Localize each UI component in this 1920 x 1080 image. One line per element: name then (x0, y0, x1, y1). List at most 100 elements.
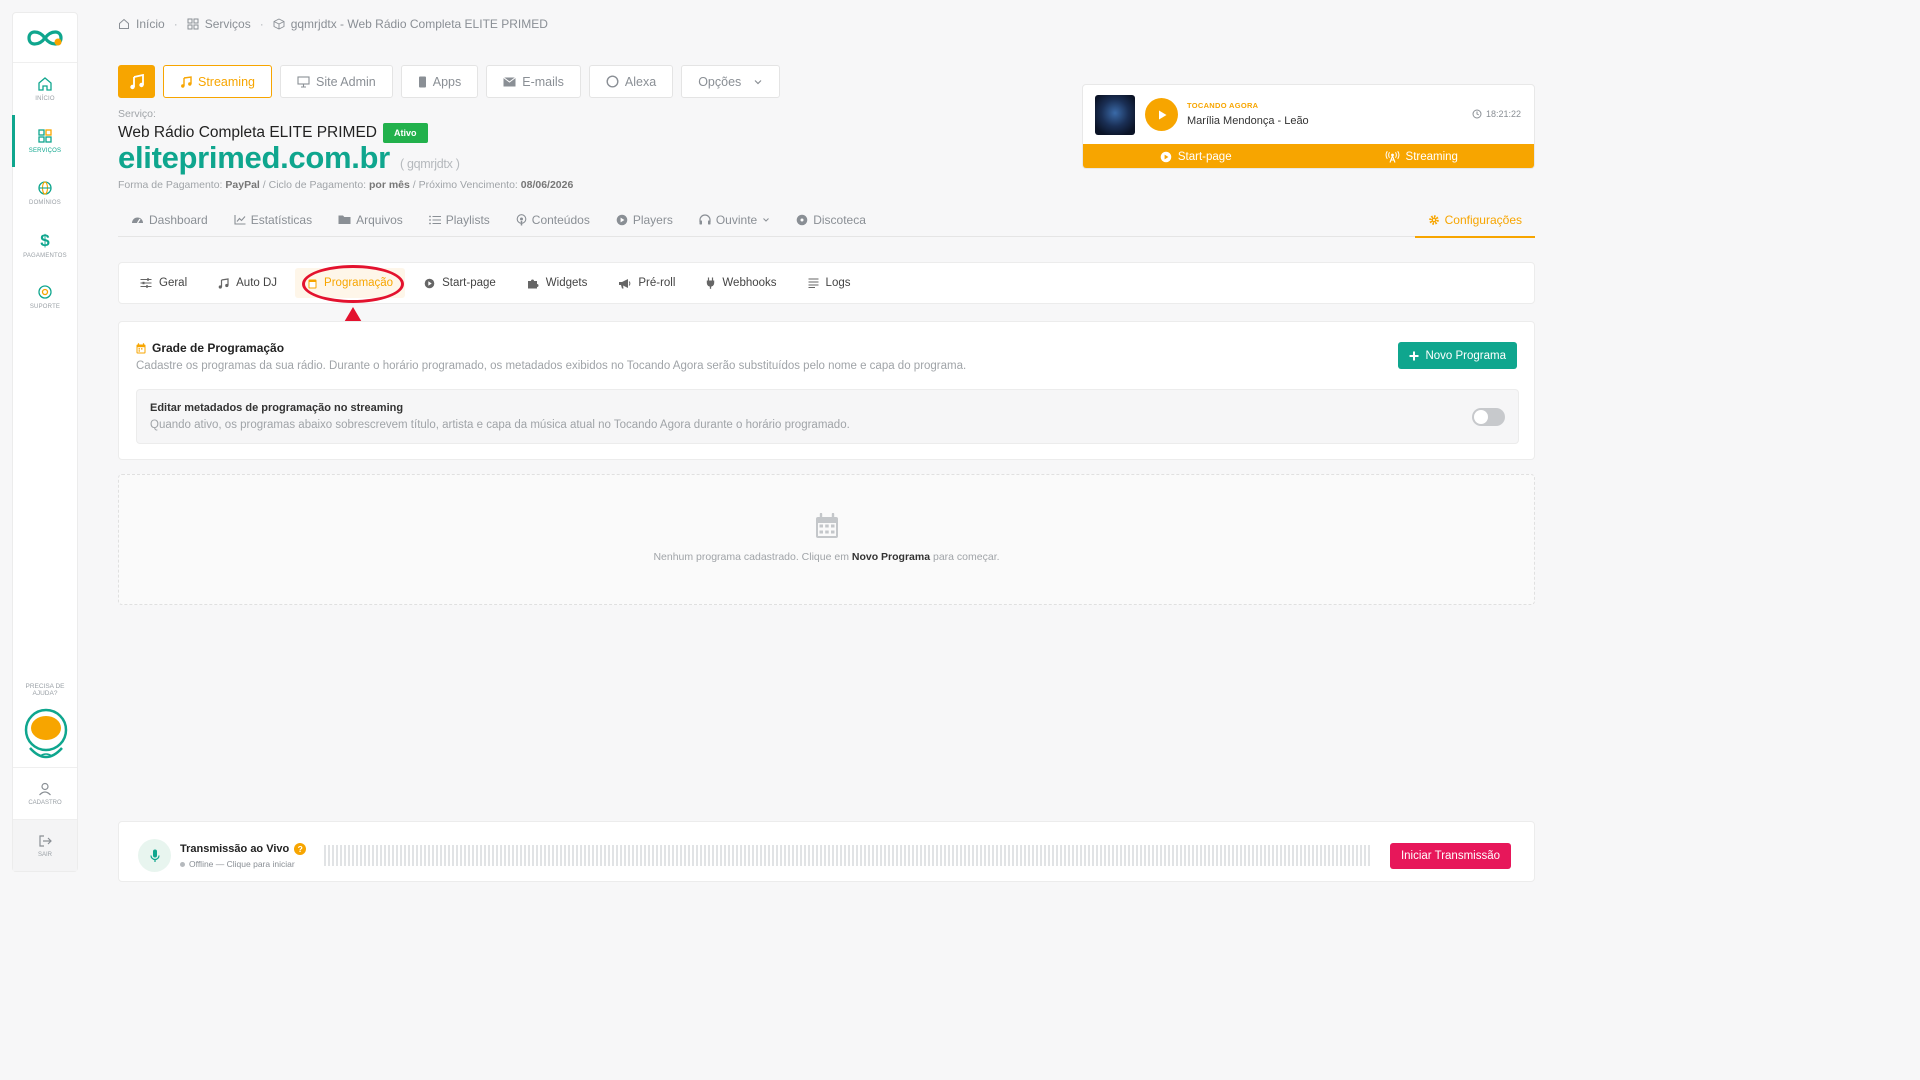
new-program-label: Novo Programa (1425, 349, 1506, 362)
start-broadcast-button[interactable]: Iniciar Transmissão (1389, 843, 1511, 869)
sidebar-item-inicio[interactable]: INÍCIO (13, 63, 77, 115)
apps-button[interactable]: Apps (400, 65, 479, 98)
streaming-button[interactable]: Streaming (163, 65, 272, 98)
sidebar-item-label: SAIR (37, 851, 52, 858)
calendar-icon (136, 342, 146, 353)
plus-icon (1409, 351, 1419, 360)
sidebar-item-servicos[interactable]: SERVIÇOS (12, 115, 77, 167)
help-line: PRECISA DE (25, 683, 65, 690)
help-question-icon[interactable]: ? (294, 843, 307, 855)
empty-text-after: para começar. (933, 551, 1000, 563)
cube-icon (273, 18, 285, 30)
play-button[interactable] (1145, 98, 1178, 131)
subtab-widgets[interactable]: Widgets (514, 268, 600, 298)
sidebar-item-sair[interactable]: SAIR (13, 819, 77, 871)
help-line: AJUDA? (32, 690, 58, 698)
schedule-card: Grade de Programação Cadastre os program… (118, 321, 1535, 460)
tab-label: Arquivos (356, 212, 403, 227)
metadata-toggle-switch[interactable] (1472, 408, 1505, 426)
puzzle-icon (527, 279, 539, 288)
subtab-label: Logs (825, 277, 851, 289)
emails-button[interactable]: E-mails (486, 65, 581, 98)
tab-label: Discoteca (813, 212, 866, 227)
schedule-title-text: Grade de Programação (152, 341, 285, 355)
tab-players[interactable]: Players (603, 203, 686, 237)
live-title: Transmissão ao Vivo ? (180, 843, 307, 855)
subtab-label: Auto DJ (236, 277, 278, 289)
sidebar-item-cadastro[interactable]: CADASTRO (13, 767, 77, 819)
new-program-button[interactable]: Novo Programa (1398, 342, 1517, 369)
breadcrumb-services[interactable]: Serviços (205, 17, 251, 31)
dollar-icon: $ (40, 230, 50, 250)
tab-ouvinte[interactable]: Ouvinte (686, 203, 783, 237)
breadcrumb-separator: · (259, 17, 264, 31)
now-playing-time: 18:21:22 (1472, 109, 1521, 119)
user-icon (39, 782, 51, 795)
tab-label: Estatísticas (250, 212, 313, 227)
subtab-auto-dj[interactable]: Auto DJ (205, 268, 289, 298)
service-label: Serviço: (118, 108, 156, 120)
music-button[interactable] (118, 65, 155, 98)
subtab-start-page[interactable]: Start-page (411, 268, 508, 298)
tab-label: Playlists (445, 212, 490, 227)
live-title-text: Transmissão ao Vivo (180, 843, 290, 855)
lifebuoy-icon (38, 285, 52, 299)
sidebar-item-pagamentos[interactable]: $ PAGAMENTOS (13, 219, 77, 271)
sidebar-item-dominios[interactable]: DOMÍNIOS (13, 167, 77, 219)
live-status-text: Offline — Clique para iniciar (189, 859, 295, 869)
tab-playlists[interactable]: Playlists (416, 203, 503, 237)
tab-label: Ouvinte (715, 212, 758, 227)
streaming-link[interactable]: Streaming (1309, 144, 1535, 168)
microphone-button[interactable] (138, 839, 171, 872)
subtab-pre-roll[interactable]: Pré-roll (605, 268, 687, 298)
empty-text-link[interactable]: Novo Programa (852, 551, 930, 563)
subtab-label: Geral (159, 277, 188, 289)
subtab-webhooks[interactable]: Webhooks (693, 268, 788, 298)
folder-icon (338, 215, 351, 224)
tab-configuracoes[interactable]: Configurações (1414, 204, 1535, 238)
sidebar-item-label: CADASTRO (28, 799, 62, 806)
smartphone-icon (418, 76, 426, 87)
alexa-button[interactable]: Alexa (588, 65, 674, 98)
now-playing-links: Start-page Streaming (1083, 144, 1535, 168)
live-broadcast-bar: Transmissão ao Vivo ? Offline — Clique p… (118, 821, 1535, 882)
list-lines-icon (808, 278, 819, 288)
music-note-icon (181, 75, 192, 88)
tab-discoteca[interactable]: Discoteca (783, 203, 879, 237)
logo[interactable] (13, 13, 77, 63)
live-status: Offline — Clique para iniciar (180, 859, 295, 869)
tab-label: Conteúdos (531, 212, 590, 227)
subtab-programacao[interactable]: Programação (295, 268, 406, 298)
tab-dashboard[interactable]: Dashboard (118, 203, 221, 237)
breadcrumb-home[interactable]: Início (136, 17, 165, 31)
audio-level-meter (324, 845, 1371, 866)
sidebar-item-suporte[interactable]: SUPORTE (13, 271, 77, 323)
broadcast-tower-icon (1385, 151, 1399, 163)
site-admin-button[interactable]: Site Admin (279, 65, 393, 98)
grid-icon (38, 129, 52, 143)
help-mascot[interactable] (24, 708, 68, 764)
sidebar-item-label: SERVIÇOS (28, 148, 62, 154)
breadcrumb-current: gqmrjdtx - Web Rádio Completa ELITE PRIM… (290, 17, 548, 31)
subtab-label: Start-page (442, 277, 496, 289)
service-code: ( gqmrjdtx ) (399, 157, 460, 171)
startpage-link[interactable]: Start-page (1083, 144, 1309, 168)
home-icon (119, 18, 129, 29)
breadcrumb-separator: · (173, 17, 178, 31)
globe-icon (38, 181, 52, 195)
subtab-geral[interactable]: Geral (127, 268, 199, 298)
play-circle-icon (1160, 151, 1172, 163)
sidebar-item-label: DOMÍNIOS (29, 200, 61, 206)
tab-conteudos[interactable]: Conteúdos (503, 203, 603, 237)
subtab-logs[interactable]: Logs (795, 268, 863, 298)
subtab-label: Pré-roll (638, 277, 676, 289)
chevron-down-icon (763, 217, 770, 222)
payment-method-label: Forma de Pagamento: (118, 179, 223, 191)
tab-arquivos[interactable]: Arquivos (325, 203, 416, 237)
options-dropdown[interactable]: Opções (681, 65, 781, 98)
main-tabs: Dashboard Estatísticas Arquivos Playlist… (118, 203, 1535, 238)
tab-estatisticas[interactable]: Estatísticas (221, 203, 325, 237)
breadcrumb: Início · Serviços · gqmrjdtx - Web Rádio… (118, 17, 548, 31)
payment-info: Forma de Pagamento: PayPal / Ciclo de Pa… (118, 179, 573, 191)
now-playing-card: TOCANDO AGORA Marília Mendonça - Leão 18… (1082, 84, 1535, 169)
